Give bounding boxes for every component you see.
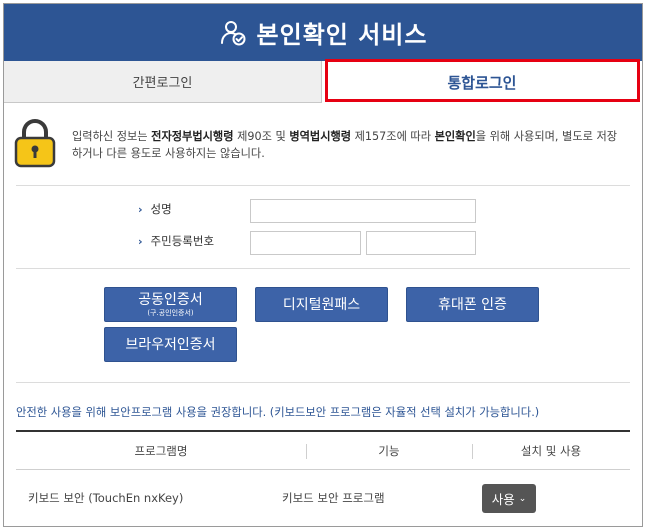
chevron-down-icon: ⌄ [518, 493, 527, 504]
law-reference-2: 병역법시행령 [289, 130, 352, 143]
notice-text: 입력하신 정보는 전자정부법시행령 제90조 및 병역법시행령 제157조에 따… [72, 130, 618, 160]
rrn-front-input[interactable] [250, 231, 361, 255]
security-recommendation: 안전한 사용을 위해 보안프로그램 사용을 권장합니다. (키보드보안 프로그램… [16, 406, 540, 419]
browser-certificate-button[interactable]: 브라우저인증서 [104, 327, 237, 362]
divider [16, 382, 630, 383]
tab-integrated-login[interactable]: 통합로그인 [322, 61, 642, 103]
function-cell: 키보드 보안 프로그램 [282, 490, 385, 505]
security-program-table: 프로그램명 기능 설치 및 사용 키보드 보안 (TouchEn nxKey) … [16, 430, 630, 525]
arrow-right-icon: › [138, 203, 143, 216]
name-input[interactable] [250, 199, 476, 223]
column-program-name: 프로그램명 [134, 444, 188, 458]
divider [16, 268, 630, 269]
user-check-icon [219, 19, 247, 47]
table-header: 프로그램명 기능 설치 및 사용 [16, 430, 630, 470]
digital-onepass-button[interactable]: 디지털원패스 [255, 287, 388, 322]
login-tabs: 간편로그인 통합로그인 [4, 61, 642, 103]
law-reference-1: 전자정부법시행령 [151, 130, 234, 143]
identity-verification-window: 본인확인 서비스 간편로그인 통합로그인 입력하신 정보는 전자정부법시행령 제… [3, 3, 643, 527]
use-button[interactable]: 사용 ⌄ [482, 484, 536, 513]
rrn-label: › 주민등록번호 [138, 234, 215, 248]
divider [16, 185, 630, 186]
lock-icon [14, 118, 56, 168]
arrow-right-icon: › [138, 235, 143, 248]
column-install-use: 설치 및 사용 [520, 444, 582, 458]
column-function: 기능 [378, 444, 400, 458]
privacy-notice: 입력하신 정보는 전자정부법시행령 제90조 및 병역법시행령 제157조에 따… [14, 118, 632, 174]
purpose-text: 본인확인 [434, 130, 476, 143]
name-label: › 성명 [138, 202, 172, 216]
joint-certificate-button[interactable]: 공동인증서 (구.공인인증서) [104, 287, 237, 322]
header: 본인확인 서비스 [4, 4, 642, 61]
page-title: 본인확인 서비스 [256, 21, 428, 49]
program-name-cell: 키보드 보안 (TouchEn nxKey) [28, 490, 184, 505]
table-row: 키보드 보안 (TouchEn nxKey) 키보드 보안 프로그램 사용 ⌄ [16, 470, 630, 525]
tab-simple-login[interactable]: 간편로그인 [4, 61, 322, 103]
mobile-verification-button[interactable]: 휴대폰 인증 [406, 287, 539, 322]
rrn-back-input[interactable] [366, 231, 476, 255]
